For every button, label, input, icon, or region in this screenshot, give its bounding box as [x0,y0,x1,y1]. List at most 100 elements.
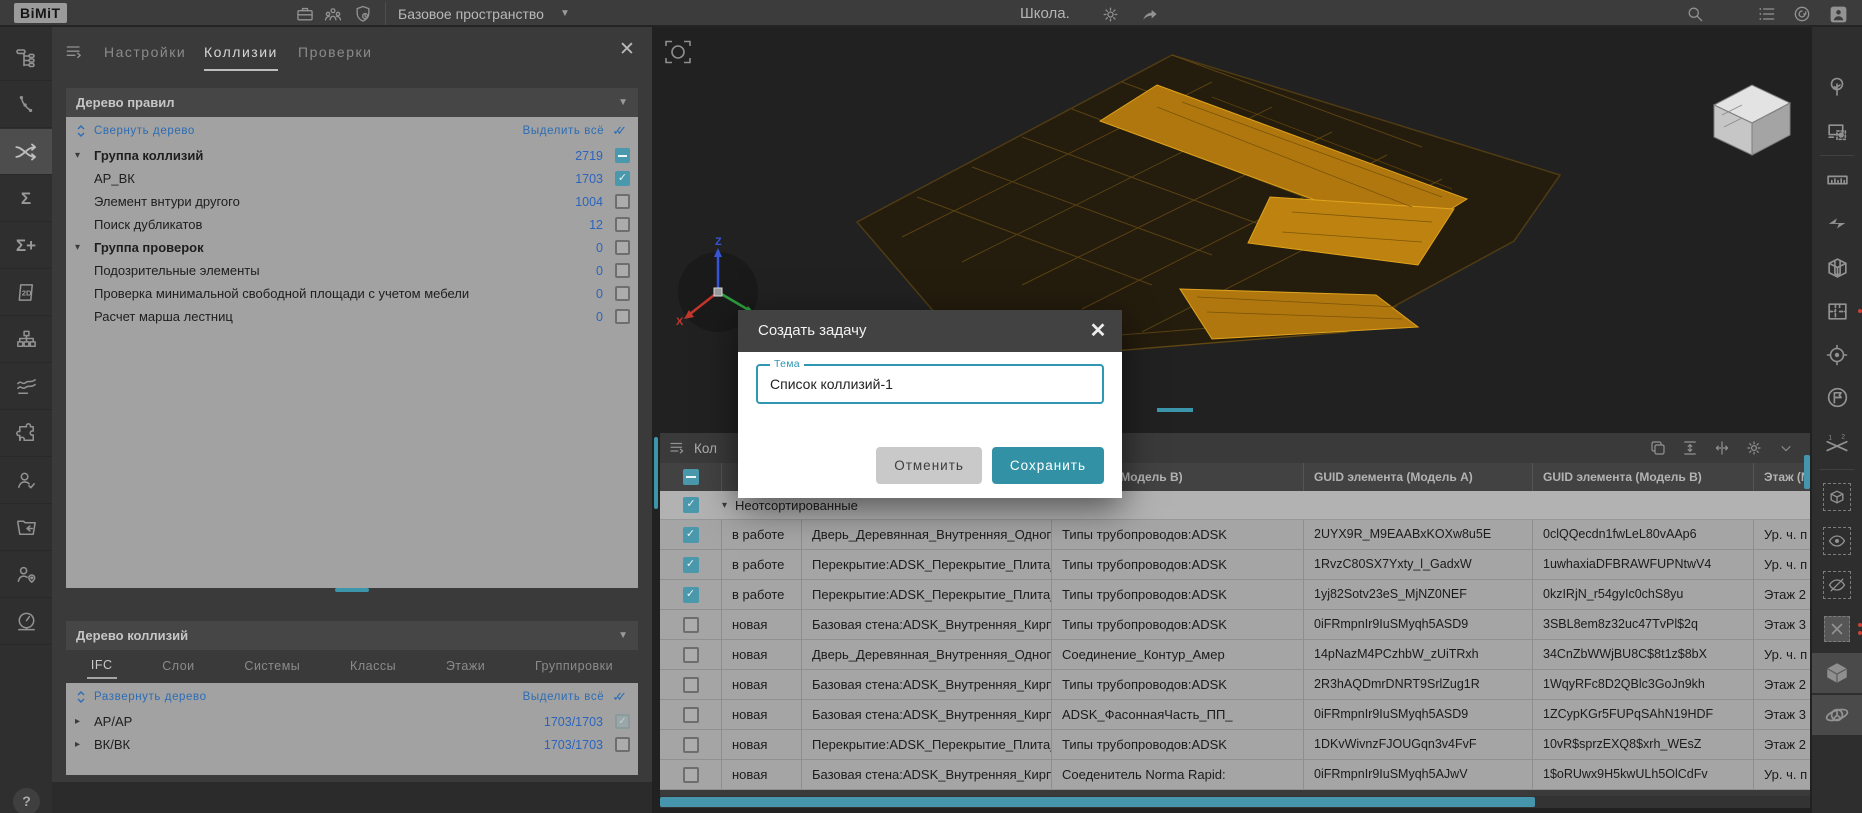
group-checkbox[interactable] [683,497,699,513]
modal-close-button[interactable]: ✕ [1086,319,1110,343]
fit-row-height-button[interactable] [1677,436,1703,460]
row-checkbox[interactable] [683,767,699,783]
rule-tree-item[interactable]: АР_ВК 1703 [66,167,638,190]
row-checkbox[interactable] [683,557,699,573]
table-row[interactable]: в работе Перекрытие:ADSK_Перекрытие_Плит… [660,580,1810,610]
rule-checkbox[interactable] [615,148,630,163]
tool-export[interactable] [0,505,52,551]
collisions-tree-header[interactable]: Дерево коллизий ▼ [66,621,638,650]
tool-scheme[interactable] [0,317,52,363]
rule-tree-item[interactable]: Расчет марша лестниц 0 [66,305,638,328]
row-checkbox[interactable] [683,647,699,663]
row-checkbox[interactable] [683,677,699,693]
caret-icon[interactable] [75,733,80,756]
select-all-link[interactable]: Выделить всё [523,125,605,137]
caret-icon[interactable] [75,710,80,733]
team-button[interactable] [321,2,345,26]
copy-rows-button[interactable] [1645,436,1671,460]
save-button[interactable]: Сохранить [992,447,1104,484]
collision-tree-item[interactable]: ВК/ВК 1703/1703 [66,733,638,756]
rule-checkbox[interactable] [615,194,630,209]
tool-environment[interactable] [1812,67,1862,107]
tab-classes[interactable]: Классы [346,654,400,678]
collapse-tree-link[interactable]: Свернуть дерево [94,125,195,137]
tool-plugins[interactable] [0,411,52,457]
tool-graphs[interactable] [0,364,52,410]
table-left-resize-handle[interactable] [654,437,658,509]
tool-clear-selection[interactable] [1812,609,1862,649]
tab-groupings[interactable]: Группировки [531,654,617,678]
collapse-table-button[interactable] [1773,436,1799,460]
row-checkbox[interactable] [683,587,699,603]
caret-icon[interactable] [75,144,80,167]
menu-collapse-icon[interactable] [668,439,686,457]
rule-checkbox[interactable] [615,171,630,186]
tool-focus-target[interactable] [1812,335,1862,375]
app-logo[interactable]: BiMiT [14,3,67,23]
select-all-checkbox[interactable] [683,469,699,485]
workspace-selector[interactable]: Базовое пространство ▼ [398,0,570,27]
table-row[interactable]: новая Базовая стена:ADSK_Внутренняя_Кирп… [660,700,1810,730]
admin-shield-button[interactable] [351,2,375,26]
tool-totals[interactable]: Σ [0,176,52,222]
horizontal-scrollbar-thumb[interactable] [660,797,1535,807]
table-row[interactable]: новая Перекрытие:ADSK_Перекрытие_Плита_Б… [660,730,1810,760]
row-checkbox[interactable] [683,617,699,633]
tool-orbit[interactable] [1812,695,1862,735]
panel-close-button[interactable]: ✕ [616,39,638,61]
table-row[interactable]: новая Дверь_Деревянная_Внутренняя_Однопо… [660,640,1810,670]
rule-checkbox[interactable] [615,217,630,232]
tool-flag[interactable] [1812,377,1862,417]
tab-checks[interactable]: Проверки [298,37,372,71]
rule-tree-item[interactable]: Группа проверок 0 [66,236,638,259]
tool-approvals[interactable] [0,458,52,504]
rule-tree-item[interactable]: Подозрительные элементы 0 [66,259,638,282]
rule-tree-item[interactable]: Элемент внтури другого 1004 [66,190,638,213]
tool-ruler[interactable] [1812,159,1862,199]
table-row[interactable]: новая Базовая стена:ADSK_Внутренняя_Кирп… [660,760,1810,790]
projects-button[interactable] [293,2,317,26]
column-header-floor[interactable]: Этаж (М [1754,463,1810,491]
tasks-list-button[interactable] [1755,2,1779,26]
tool-floorplan[interactable] [1812,291,1862,331]
tool-section-box[interactable] [1812,247,1862,287]
table-row[interactable]: новая Базовая стена:ADSK_Внутренняя_Кирп… [660,610,1810,640]
search-button[interactable] [1683,2,1707,26]
tool-totals-add[interactable]: Σ+ [0,223,52,269]
tool-selection-frames[interactable] [1812,112,1862,152]
tab-floors[interactable]: Этажи [442,654,489,678]
help-button[interactable]: ? [13,788,40,813]
select-all-link[interactable]: Выделить всё [523,691,605,703]
column-header-guid-a[interactable]: GUID элемента (Модель А) [1304,463,1533,491]
rule-tree-item[interactable]: Группа коллизий 2719 [66,144,638,167]
tool-collisions[interactable] [0,129,52,175]
tool-dashboard[interactable] [0,599,52,645]
tool-section-flash[interactable] [1812,203,1862,243]
rule-tree-item[interactable]: Поиск дубликатов 12 [66,213,638,236]
tool-show[interactable] [1812,521,1862,561]
table-row[interactable]: в работе Перекрытие:ADSK_Перекрытие_Плит… [660,550,1810,580]
tool-user-location[interactable] [0,552,52,598]
table-resize-handle[interactable] [1157,408,1193,412]
row-checkbox[interactable] [683,527,699,543]
panel-resize-handle[interactable] [335,588,369,592]
rule-tree-item[interactable]: Проверка минимальной свободной площади с… [66,282,638,305]
tool-2d-docs[interactable]: 2D [0,270,52,316]
tool-model-tree[interactable] [0,35,52,81]
table-settings-button[interactable] [1741,436,1767,460]
frame-capture-button[interactable] [662,36,694,73]
tab-ifc[interactable]: IFC [87,653,117,679]
collision-checkbox[interactable] [615,714,630,729]
caret-icon[interactable] [75,236,80,259]
tab-collisions[interactable]: Коллизии [204,37,278,71]
horizontal-scrollbar[interactable] [660,796,1810,808]
vertical-scrollbar-thumb[interactable] [1804,455,1810,489]
tool-isolate[interactable] [1812,477,1862,517]
rule-checkbox[interactable] [615,286,630,301]
account-button[interactable] [1826,2,1850,26]
rule-checkbox[interactable] [615,309,630,324]
notifications-button[interactable] [1790,2,1814,26]
column-header-guid-b[interactable]: GUID элемента (Модель В) [1533,463,1754,491]
panel-menu-button[interactable] [64,42,84,67]
row-checkbox[interactable] [683,737,699,753]
